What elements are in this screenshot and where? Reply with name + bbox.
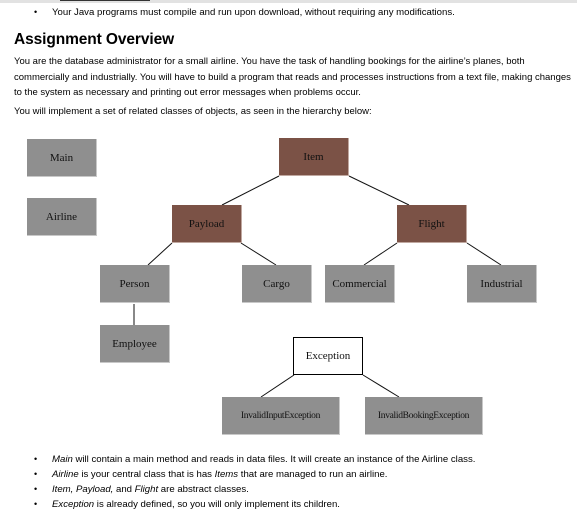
intro-paragraph: You are the database administrator for a… (14, 56, 571, 99)
class-box-item: Item (279, 138, 349, 176)
section-heading: Assignment Overview (14, 31, 175, 48)
note-text: will contain a main method and reads in … (72, 454, 476, 465)
note-emphasis: Airline (52, 469, 79, 480)
note-bullet: • Main will contain a main method and re… (0, 452, 475, 467)
class-box-employee: Employee (100, 325, 170, 363)
class-box-payload: Payload (172, 205, 242, 243)
edge-flight-industrial (466, 242, 502, 266)
note-text: and (113, 484, 135, 495)
note-emphasis: Main (52, 454, 73, 465)
class-box-invalid-input-exception: InvalidInputException (222, 397, 340, 435)
bullet-glyph: • (34, 454, 38, 464)
top-bullet: • Your Java programs must compile and ru… (0, 5, 455, 20)
intro-line-2: You will implement a set of related clas… (14, 106, 372, 117)
note-bullet: • Exception is already defined, so you w… (0, 497, 475, 512)
note-text: is already defined, so you will only imp… (94, 499, 340, 510)
bullet-glyph: • (34, 7, 38, 17)
edge-item-flight (348, 175, 410, 206)
class-box-person: Person (100, 265, 170, 303)
class-box-industrial: Industrial (467, 265, 537, 303)
edge-payload-cargo (240, 242, 277, 266)
note-bullet: • Item, Payload, and Flight are abstract… (0, 482, 475, 497)
note-text: are abstract classes. (158, 484, 249, 495)
previous-line-fragment (60, 0, 150, 1)
note-emphasis: Items (214, 469, 239, 480)
class-box-main: Main (27, 139, 97, 177)
class-box-flight: Flight (397, 205, 467, 243)
notes-bullet-list: • Main will contain a main method and re… (0, 452, 475, 512)
edge-flight-commercial (363, 242, 398, 266)
edge-exception-invalid-input (260, 374, 295, 398)
note-text: that are managed to run an airline. (238, 469, 388, 480)
class-box-cargo: Cargo (242, 265, 312, 303)
top-bullet-text: Your Java programs must compile and run … (52, 7, 455, 18)
class-box-airline: Airline (27, 198, 97, 236)
note-bullet: • Airline is your central class that is … (0, 467, 475, 482)
note-emphasis: Item, Payload, (52, 484, 114, 495)
note-emphasis: Exception (52, 499, 95, 510)
edge-item-payload (221, 175, 280, 206)
note-emphasis: Flight (134, 484, 159, 495)
note-text: is your central class that is has (78, 469, 215, 480)
bullet-glyph: • (34, 469, 38, 479)
bullet-glyph: • (34, 499, 38, 509)
class-box-commercial: Commercial (325, 265, 395, 303)
class-box-exception: Exception (293, 337, 363, 375)
edge-payload-person (147, 242, 173, 266)
top-bullet-list: • Your Java programs must compile and ru… (0, 5, 455, 20)
bullet-glyph: • (34, 484, 38, 494)
class-box-invalid-booking-exception: InvalidBookingException (365, 397, 483, 435)
edge-exception-invalid-booking (362, 374, 400, 398)
